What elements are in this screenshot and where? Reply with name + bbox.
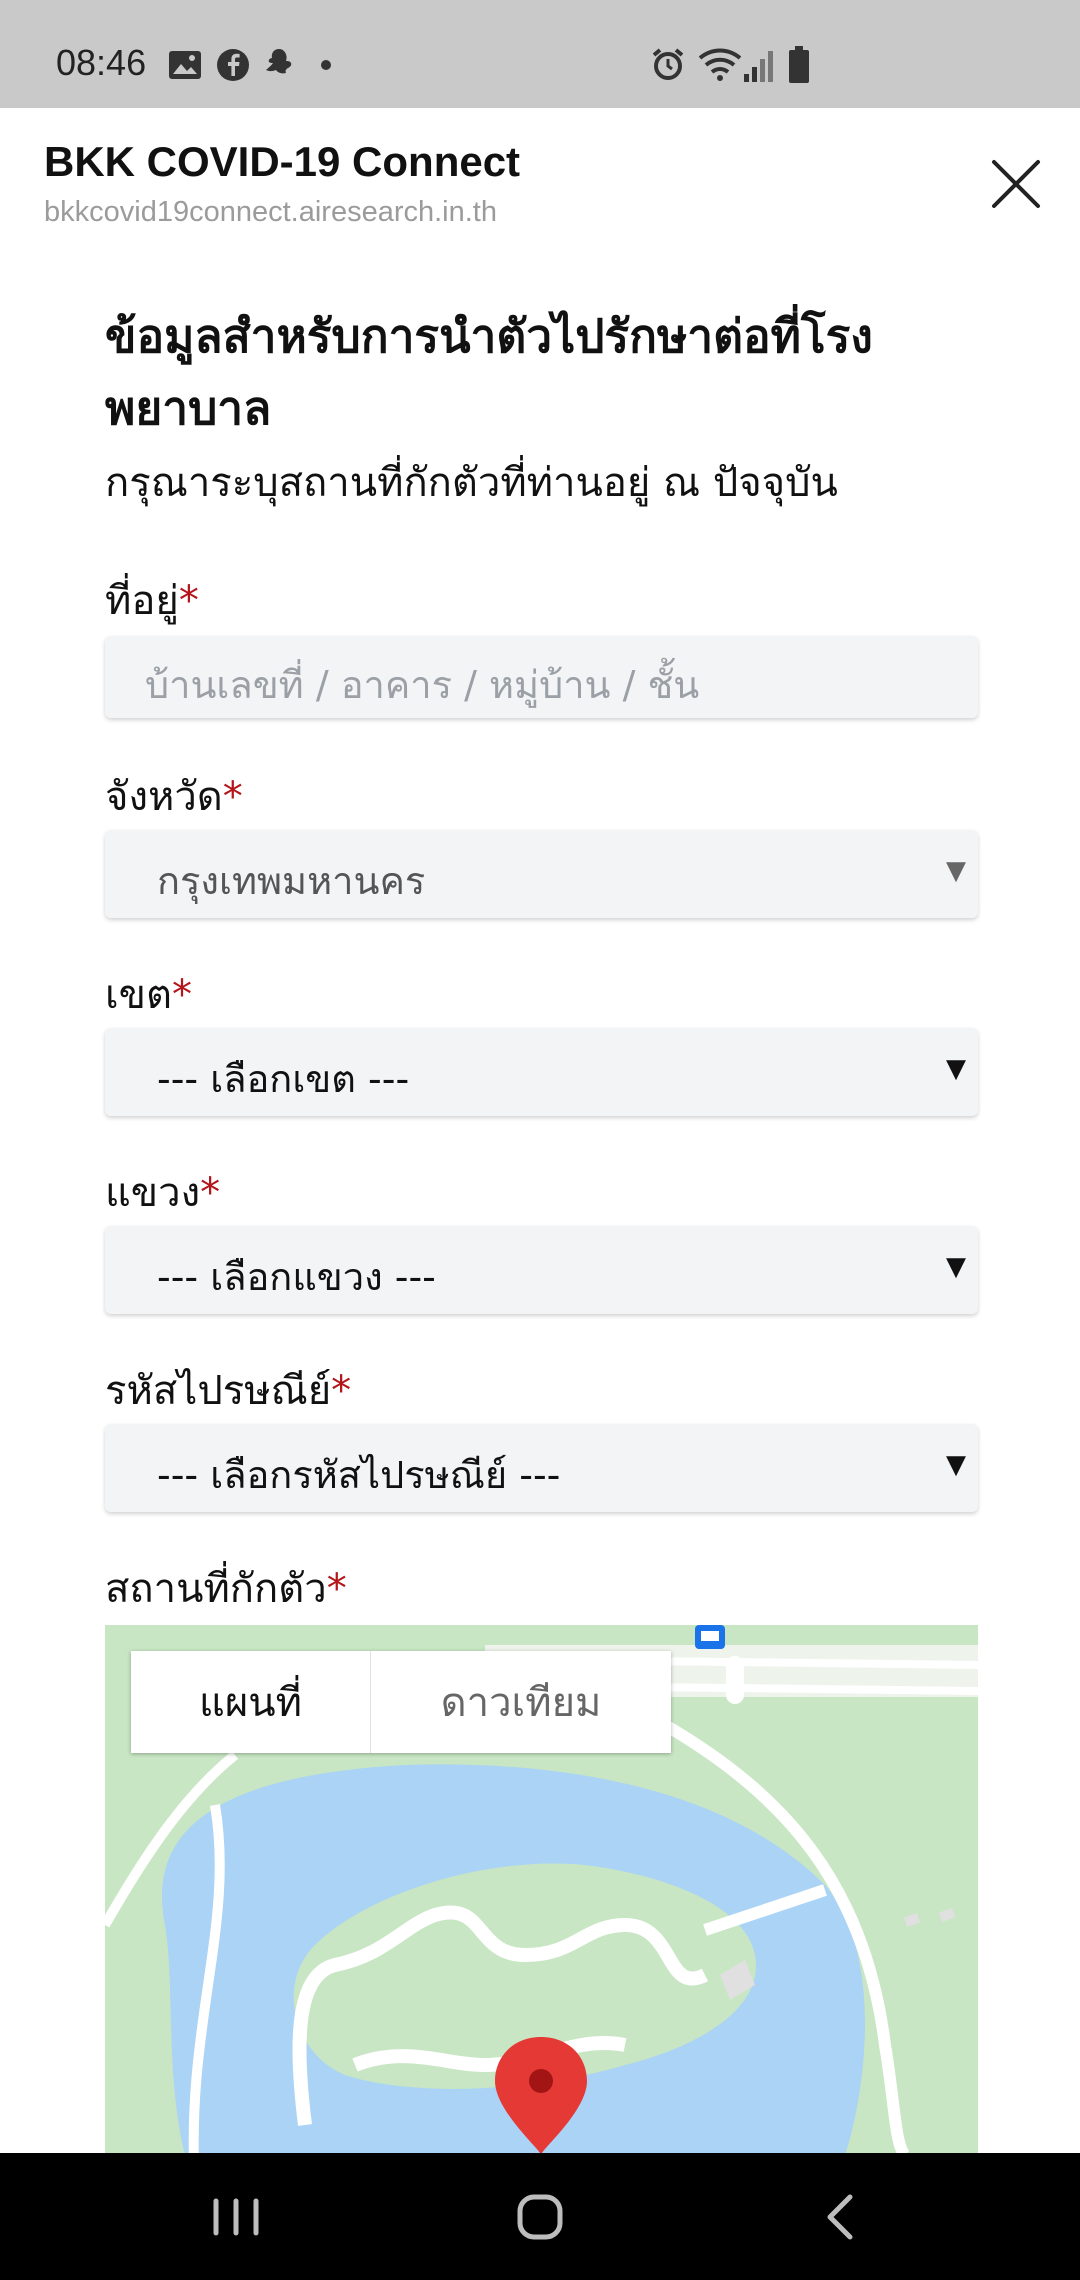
- recent-apps-icon[interactable]: [176, 2153, 296, 2280]
- map-tab-map[interactable]: แผนที่: [131, 1651, 371, 1753]
- address-input[interactable]: บ้านเลขที่ / อาคาร / หมู่บ้าน / ชั้น: [105, 636, 978, 718]
- dot-icon: [321, 60, 331, 70]
- system-nav-bar: [0, 2153, 1080, 2280]
- required-mark: *: [172, 972, 192, 1018]
- subdistrict-label: แขวง*: [105, 1170, 221, 1216]
- required-mark: *: [200, 1170, 221, 1216]
- province-select[interactable]: กรุงเทพมหานคร ▼: [105, 830, 978, 918]
- chevron-down-icon: ▼: [946, 856, 966, 886]
- chevron-down-icon: ▼: [946, 1054, 966, 1084]
- home-icon[interactable]: [480, 2153, 600, 2280]
- district-label: เขต*: [105, 972, 192, 1018]
- address-label: ที่อยู่*: [105, 578, 199, 624]
- postal-label: รหัสไปรษณีย์*: [105, 1368, 352, 1414]
- province-selected: กรุงเทพมหานคร: [157, 859, 426, 903]
- gallery-icon: [169, 51, 201, 79]
- required-mark: *: [222, 774, 243, 820]
- page-subtitle: กรุณาระบุสถานที่กักตัวที่ท่านอยู่ ณ ปัจจ…: [105, 460, 838, 506]
- chevron-down-icon: ▼: [946, 1252, 966, 1282]
- required-mark: *: [326, 1566, 347, 1612]
- province-label: จังหวัด*: [105, 774, 243, 820]
- browser-header: BKK COVID-19 Connect bkkcovid19connect.a…: [0, 108, 1080, 248]
- chevron-down-icon: ▼: [946, 1450, 966, 1480]
- status-bar: 08:46: [0, 0, 1080, 108]
- app-title: BKK COVID-19 Connect: [44, 138, 521, 185]
- map-type-toggle: แผนที่ ดาวเทียม: [131, 1651, 671, 1753]
- app-url: bkkcovid19connect.airesearch.in.th: [44, 196, 497, 228]
- battery-icon: [789, 46, 809, 83]
- map-tab-satellite[interactable]: ดาวเทียม: [371, 1651, 671, 1753]
- district-selected: --- เลือกเขต ---: [157, 1057, 410, 1101]
- postal-select[interactable]: --- เลือกรหัสไปรษณีย์ --- ▼: [105, 1424, 978, 1512]
- line-icon: [266, 49, 292, 74]
- subdistrict-selected: --- เลือกแขวง ---: [157, 1255, 436, 1299]
- location-label: สถานที่กักตัว*: [105, 1566, 347, 1612]
- close-icon[interactable]: [984, 152, 1048, 216]
- postal-selected: --- เลือกรหัสไปรษณีย์ ---: [157, 1453, 561, 1497]
- page-title: ข้อมูลสำหรับการนำตัวไปรักษาต่อที่โรงพยาบ…: [105, 309, 873, 435]
- subdistrict-select[interactable]: --- เลือกแขวง --- ▼: [105, 1226, 978, 1314]
- district-select[interactable]: --- เลือกเขต --- ▼: [105, 1028, 978, 1116]
- status-time: 08:46: [56, 42, 147, 83]
- form-header: ข้อมูลสำหรับการนำตัวไปรักษาต่อที่โรงพยาบ…: [105, 300, 978, 518]
- facebook-icon: [217, 49, 249, 81]
- location-map[interactable]: แผนที่ ดาวเทียม: [105, 1625, 978, 2155]
- address-placeholder: บ้านเลขที่ / อาคาร / หมู่บ้าน / ชั้น: [145, 663, 700, 707]
- required-mark: *: [331, 1368, 352, 1414]
- alarm-icon: [652, 48, 684, 80]
- required-mark: *: [178, 578, 199, 624]
- wifi-icon: [698, 48, 742, 81]
- back-icon[interactable]: [780, 2153, 900, 2280]
- signal-icon: [744, 51, 773, 82]
